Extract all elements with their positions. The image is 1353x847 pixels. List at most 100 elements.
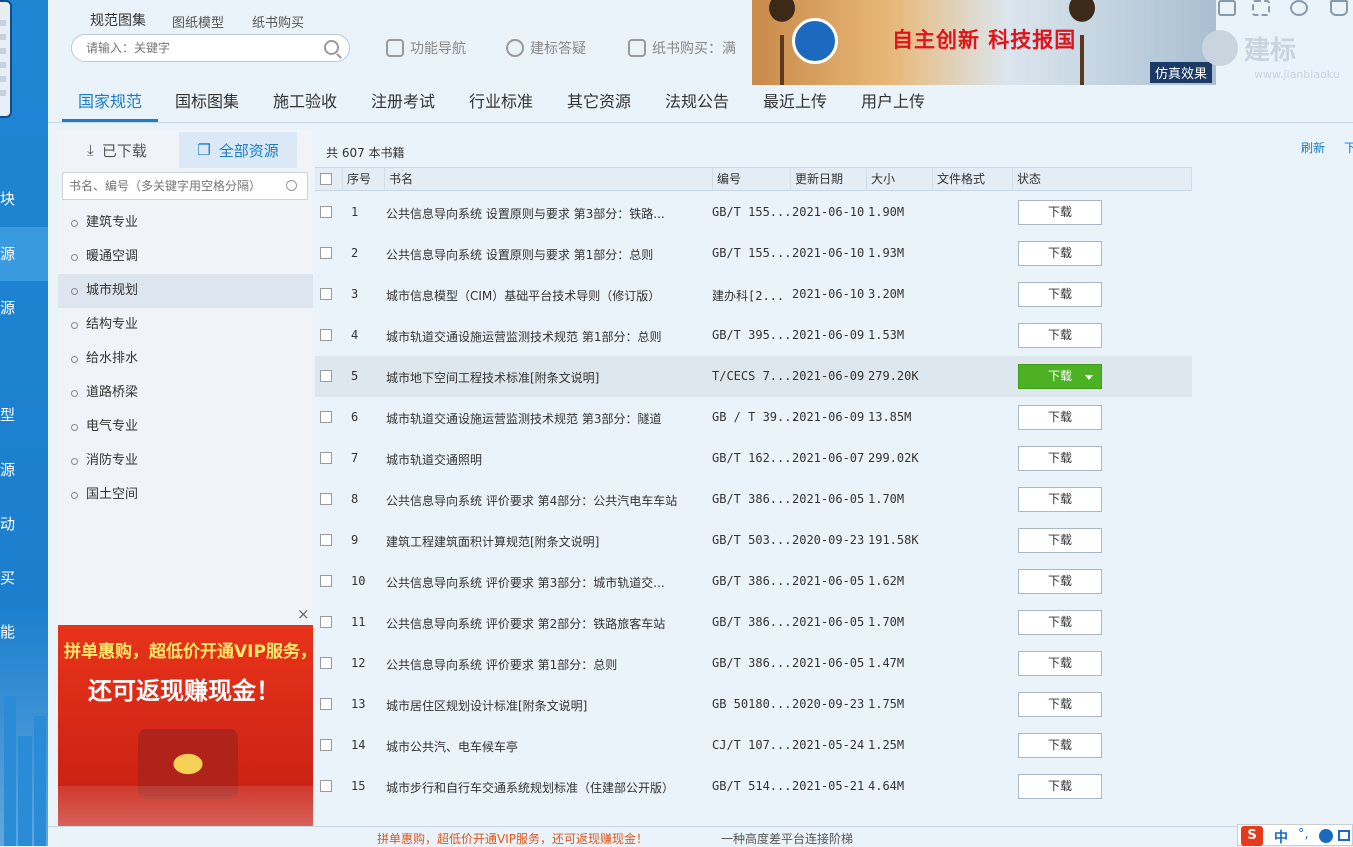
ime-mode[interactable]: 中 — [1274, 827, 1288, 847]
rail-item-5[interactable]: 源 — [0, 443, 48, 497]
table-row[interactable]: 1 公共信息导向系统 设置原则与要求 第3部分：铁路... GB/T 155... 2… — [315, 192, 1192, 233]
status-notice-link[interactable]: 一种高度差平台连接阶梯 — [721, 830, 853, 847]
row-checkbox[interactable] — [320, 370, 332, 382]
row-title[interactable]: 城市轨道交通设施运营监测技术规范 第3部分：隧道 — [386, 410, 661, 427]
row-checkbox[interactable] — [320, 493, 332, 505]
rail-item-2[interactable]: 源 — [0, 227, 48, 281]
rail-item-7[interactable]: 买 — [0, 551, 48, 605]
table-row[interactable]: 12 公共信息导向系统 评价要求 第1部分：总则 GB/T 386... 2021-0… — [315, 643, 1192, 684]
col-title[interactable]: 书名 — [385, 168, 713, 191]
nav-national-specs[interactable]: 国家规范 — [62, 86, 159, 122]
table-row[interactable]: 15 城市步行和自行车交通系统规划标准（住建部公开版） GB/T 514... 202… — [315, 766, 1192, 807]
row-checkbox[interactable] — [320, 534, 332, 546]
col-size[interactable]: 大小 — [867, 168, 933, 191]
col-status[interactable]: 状态 — [1013, 168, 1192, 191]
download-button[interactable]: 下载 — [1018, 569, 1102, 594]
table-row[interactable]: 6 城市轨道交通设施运营监测技术规范 第3部分：隧道 GB / T 39... 202… — [315, 397, 1192, 438]
row-title[interactable]: 城市信息模型（CIM）基础平台技术导则（修订版） — [386, 287, 660, 304]
download-button[interactable]: 下载 — [1018, 364, 1102, 389]
download-link[interactable]: 下 — [1344, 139, 1353, 156]
row-title[interactable]: 城市地下空间工程技术标准[附条文说明] — [386, 369, 599, 386]
promo-close-button[interactable]: × — [297, 605, 310, 623]
category-structure[interactable]: 结构专业 — [58, 308, 313, 342]
table-row[interactable]: 2 公共信息导向系统 设置原则与要求 第1部分：总则 GB/T 155... 2021… — [315, 233, 1192, 274]
search-icon[interactable] — [286, 180, 297, 191]
col-no[interactable]: 序号 — [343, 168, 385, 191]
rail-item-6[interactable]: 动 — [0, 497, 48, 551]
table-row[interactable]: 8 公共信息导向系统 评价要求 第4部分：公共汽电车车站 GB/T 386... 20… — [315, 479, 1192, 520]
row-title[interactable]: 城市居住区规划设计标准[附条文说明] — [386, 697, 587, 714]
ime-toolbar[interactable]: S 中 °, — [1237, 824, 1353, 846]
nav-registration-exam[interactable]: 注册考试 — [371, 86, 435, 122]
download-button[interactable]: 下载 — [1018, 405, 1102, 430]
tab-all-resources[interactable]: ❐ 全部资源 — [179, 132, 297, 168]
search-icon[interactable] — [324, 40, 339, 55]
ime-punctuation[interactable]: °, — [1298, 827, 1309, 842]
col-code[interactable]: 编号 — [713, 168, 791, 191]
table-row[interactable]: 14 城市公共汽、电车候车亭 CJ/T 107... 2021-05-24 1.25M 下… — [315, 725, 1192, 766]
row-checkbox[interactable] — [320, 411, 332, 423]
download-button[interactable]: 下载 — [1018, 241, 1102, 266]
nav-other-resources[interactable]: 其它资源 — [567, 86, 631, 122]
nav-recent-uploads[interactable]: 最近上传 — [763, 86, 827, 122]
row-title[interactable]: 公共信息导向系统 设置原则与要求 第1部分：总则 — [386, 246, 653, 263]
nav-national-atlas[interactable]: 国标图集 — [175, 86, 239, 122]
table-row[interactable]: 3 城市信息模型（CIM）基础平台技术导则（修订版） 建办科[2... 2021-06… — [315, 274, 1192, 315]
category-land-space[interactable]: 国土空间 — [58, 478, 313, 512]
download-button[interactable]: 下载 — [1018, 446, 1102, 471]
dropdown-caret-icon[interactable] — [1085, 375, 1093, 380]
top-tab-spec-atlas[interactable]: 规范图集 — [90, 10, 146, 30]
sidebar-search-input[interactable] — [63, 173, 273, 199]
download-button[interactable]: 下载 — [1018, 282, 1102, 307]
row-title[interactable]: 城市轨道交通设施运营监测技术规范 第1部分：总则 — [386, 328, 661, 345]
table-row[interactable]: 13 城市居住区规划设计标准[附条文说明] GB 50180... 2020-09-2… — [315, 684, 1192, 725]
download-button[interactable]: 下载 — [1018, 733, 1102, 758]
download-button[interactable]: 下载 — [1018, 528, 1102, 553]
vip-promo-banner[interactable]: 拼单惠购，超低价开通VIP服务， 还可返现赚现金！ — [58, 625, 313, 826]
row-checkbox[interactable] — [320, 739, 332, 751]
category-roads-bridges[interactable]: 道路桥梁 — [58, 376, 313, 410]
category-fire[interactable]: 消防专业 — [58, 444, 313, 478]
refresh-link[interactable]: 刷新 — [1301, 139, 1325, 156]
buy-books-link[interactable]: 纸书购买：满 — [628, 38, 736, 58]
table-row[interactable]: 5 城市地下空间工程技术标准[附条文说明] T/CECS 7... 2021-06-0… — [315, 356, 1192, 397]
rail-item-3[interactable]: 源 — [0, 281, 48, 335]
download-button[interactable]: 下载 — [1018, 692, 1102, 717]
table-row[interactable]: 11 公共信息导向系统 评价要求 第2部分：铁路旅客车站 GB/T 386... 20… — [315, 602, 1192, 643]
row-title[interactable]: 城市步行和自行车交通系统规划标准（住建部公开版） — [386, 779, 674, 796]
header-search-input[interactable] — [86, 35, 316, 61]
sidebar-search[interactable] — [62, 172, 308, 200]
row-title[interactable]: 公共信息导向系统 评价要求 第1部分：总则 — [386, 656, 617, 673]
row-checkbox[interactable] — [320, 780, 332, 792]
row-checkbox[interactable] — [320, 657, 332, 669]
table-row[interactable]: 7 城市轨道交通照明 GB/T 162... 2021-06-07 299.02K 下载 — [315, 438, 1192, 479]
row-checkbox[interactable] — [320, 616, 332, 628]
category-electrical[interactable]: 电气专业 — [58, 410, 313, 444]
row-checkbox[interactable] — [320, 206, 332, 218]
category-architecture[interactable]: 建筑专业 — [58, 206, 313, 240]
nav-construction-acceptance[interactable]: 施工验收 — [273, 86, 337, 122]
row-title[interactable]: 建筑工程建筑面积计算规范[附条文说明] — [386, 533, 599, 550]
calendar-icon[interactable] — [1218, 0, 1236, 16]
help-icon[interactable] — [1290, 0, 1308, 16]
row-checkbox[interactable] — [320, 452, 332, 464]
qa-link[interactable]: 建标答疑 — [506, 38, 586, 58]
row-checkbox[interactable] — [320, 288, 332, 300]
category-urban-planning[interactable]: 城市规划 — [58, 274, 313, 308]
row-title[interactable]: 城市轨道交通照明 — [386, 451, 482, 468]
category-water[interactable]: 给水排水 — [58, 342, 313, 376]
rail-item-4[interactable]: 型 — [0, 388, 48, 442]
download-button[interactable]: 下载 — [1018, 651, 1102, 676]
ad-banner[interactable]: 自主创新 科技报国 仿真效果 — [752, 0, 1216, 85]
emoji-icon[interactable] — [1319, 829, 1333, 843]
keyboard-icon[interactable] — [1338, 830, 1350, 841]
row-checkbox[interactable] — [320, 329, 332, 341]
download-button[interactable]: 下载 — [1018, 610, 1102, 635]
tab-downloaded[interactable]: ⤓ 已下载 — [58, 132, 176, 168]
row-title[interactable]: 公共信息导向系统 评价要求 第3部分：城市轨道交... — [386, 574, 665, 591]
status-promo-link[interactable]: 拼单惠购，超低价开通VIP服务，还可返现赚现金！ — [377, 830, 648, 847]
download-button[interactable]: 下载 — [1018, 774, 1102, 799]
screenshot-icon[interactable] — [1252, 0, 1270, 16]
row-title[interactable]: 公共信息导向系统 评价要求 第2部分：铁路旅客车站 — [386, 615, 665, 632]
category-hvac[interactable]: 暖通空调 — [58, 240, 313, 274]
